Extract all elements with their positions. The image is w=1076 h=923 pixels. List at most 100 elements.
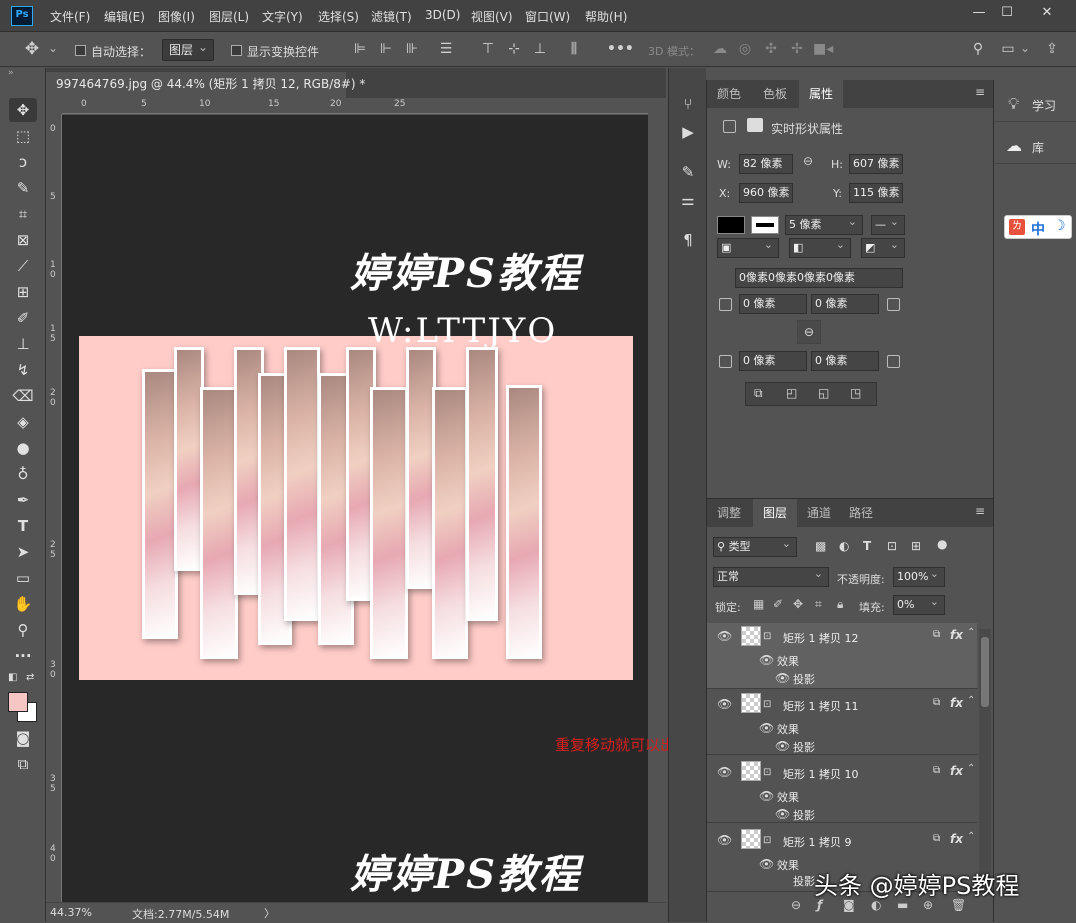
minimize-button[interactable]: — (966, 4, 992, 22)
exclude-shapes-icon[interactable]: ◳ (850, 386, 861, 400)
menu-type[interactable]: 文字(Y) (262, 8, 303, 25)
panel-menu-icon[interactable]: ≡ (975, 504, 985, 518)
layer-row-selected[interactable]: 👁︎ ⊡ 矩形 1 拷贝 12 ⧉ fx ⌃ 👁︎ 效果 👁︎ 投影 (707, 623, 977, 689)
status-menu-arrow[interactable]: 〉 (264, 905, 275, 921)
fill-field[interactable]: 0% (893, 595, 945, 615)
layer-fx-icon[interactable]: fx (950, 628, 963, 642)
photo-strip[interactable] (200, 387, 238, 659)
drop-shadow-label[interactable]: 投影 (793, 671, 815, 687)
move-tool-icon[interactable]: ✥ (22, 39, 42, 59)
menu-file[interactable]: 文件(F) (50, 8, 90, 25)
corner-tl-field[interactable]: 0 像素 (739, 294, 807, 314)
tab-properties[interactable]: 属性 (799, 80, 843, 108)
roll-3d-icon[interactable]: ◎ (735, 39, 755, 59)
layer-row[interactable]: 👁︎ ⊡ 矩形 1 拷贝 10 ⧉ fx ⌃ 👁︎ 效果 👁︎ 投影 (707, 757, 977, 823)
layer-name[interactable]: 矩形 1 拷贝 10 (783, 766, 859, 782)
filter-adjustment-icon[interactable]: ◐ (839, 539, 849, 553)
stroke-type-dropdown[interactable]: — (871, 215, 905, 235)
swap-colors-icon[interactable]: ⇄ (26, 672, 34, 683)
type-tool-icon[interactable]: T (9, 514, 37, 538)
move-tool-icon[interactable]: ✥ (9, 98, 37, 122)
filter-smart-object-icon[interactable]: ⊞ (911, 539, 921, 553)
drop-shadow-label[interactable]: 投影 (793, 807, 815, 823)
visibility-eye-icon[interactable]: 👁︎ (717, 765, 732, 779)
menu-layer[interactable]: 图层(L) (209, 8, 249, 25)
tab-adjustments[interactable]: 调整 (707, 499, 751, 527)
height-field[interactable]: 607 像素 (849, 154, 903, 174)
lasso-tool-icon[interactable]: ↄ (9, 150, 37, 174)
photo-strip[interactable] (284, 347, 320, 621)
align-bottom-icon[interactable]: ⊥ (530, 39, 550, 59)
history-panel-icon[interactable]: ⑂ (675, 92, 701, 116)
shadow-eye-icon[interactable]: 👁︎ (775, 739, 790, 753)
photo-strip-selected[interactable] (506, 385, 542, 659)
shadow-eye-icon[interactable]: 👁︎ (775, 807, 790, 821)
menu-image[interactable]: 图像(I) (158, 8, 195, 25)
ime-toolbar[interactable]: ㄌ 中 ☽ (1004, 215, 1072, 239)
learn-panel-item[interactable]: 💡︎ 学习 (994, 86, 1076, 122)
layer-name[interactable]: 矩形 1 拷贝 9 (783, 834, 852, 850)
corner-bl-field[interactable]: 0 像素 (739, 351, 807, 371)
auto-select-target-dropdown[interactable]: 图层 (162, 37, 214, 61)
slide-3d-icon[interactable]: ✢ (787, 39, 807, 59)
lock-all-icon[interactable]: 🔒︎ (837, 597, 843, 612)
drop-shadow-label[interactable]: 投影 (793, 739, 815, 755)
mask-properties-icon[interactable] (747, 118, 763, 132)
dodge-tool-icon[interactable]: ♁ (9, 462, 37, 486)
tab-layers[interactable]: 图层 (753, 499, 797, 527)
stroke-align-dropdown[interactable]: ▣ (717, 238, 779, 258)
align-center-icon[interactable]: ⊩ (376, 39, 396, 59)
photo-strip[interactable] (370, 387, 408, 659)
pan-3d-icon[interactable]: ✣ (761, 39, 781, 59)
drop-shadow-label[interactable]: 投影 (793, 873, 815, 889)
path-selection-tool-icon[interactable]: ➤ (9, 540, 37, 564)
actions-play-icon[interactable]: ▶ (675, 120, 701, 144)
y-field[interactable]: 115 像素 (849, 183, 903, 203)
layer-filter-dropdown[interactable]: ⚲ 类型 (713, 537, 797, 557)
corner-tr-field[interactable]: 0 像素 (811, 294, 879, 314)
pen-tool-icon[interactable]: ✒ (9, 488, 37, 512)
maximize-button[interactable]: ☐ (994, 4, 1020, 22)
stroke-width-field[interactable]: 5 像素 (785, 215, 863, 235)
filter-shape-icon[interactable]: ⊡ (887, 539, 897, 553)
photo-strip[interactable] (432, 387, 468, 659)
library-panel-item[interactable]: ☁ 库 (994, 128, 1076, 164)
subtract-shape-icon[interactable]: ◰ (786, 386, 797, 400)
foreground-color-swatch[interactable] (8, 692, 28, 712)
document-tab[interactable]: 997464769.jpg @ 44.4% (矩形 1 拷贝 12, RGB/8… (46, 72, 365, 98)
document-canvas[interactable]: 婷婷PS教程 W:LTTJYO 婷婷PS教程 (62, 115, 648, 902)
crop-tool-icon[interactable]: ⌗ (9, 202, 37, 226)
lock-transparent-icon[interactable]: ▦ (753, 597, 764, 611)
default-colors-icon[interactable]: ◧ (8, 672, 17, 683)
clone-stamp-tool-icon[interactable]: ⊥ (9, 332, 37, 356)
effects-eye-icon[interactable]: 👁︎ (759, 721, 774, 735)
chevron-up-icon[interactable]: ⌃ (967, 763, 975, 774)
auto-select-checkbox[interactable] (75, 45, 86, 56)
show-transform-checkbox[interactable] (231, 45, 242, 56)
camera-3d-icon[interactable]: ■◂ (813, 39, 833, 59)
distribute-icon[interactable]: ☰ (436, 39, 456, 59)
layer-thumbnail[interactable] (741, 693, 761, 713)
layer-thumbnail[interactable] (741, 761, 761, 781)
lock-pixels-icon[interactable]: ✐ (773, 597, 783, 611)
align-left-icon[interactable]: ⊫ (350, 39, 370, 59)
layer-row[interactable]: 👁︎ ⊡ 矩形 1 拷贝 11 ⧉ fx ⌃ 👁︎ 效果 👁︎ 投影 (707, 689, 977, 755)
effects-eye-icon[interactable]: 👁︎ (759, 789, 774, 803)
ime-language-toggle[interactable]: 中 (1031, 219, 1045, 239)
search-icon[interactable]: ⚲ (968, 39, 988, 59)
lock-artboard-icon[interactable]: ⌗ (815, 597, 822, 612)
layer-name[interactable]: 矩形 1 拷贝 12 (783, 630, 859, 646)
menu-filter[interactable]: 滤镜(T) (371, 8, 412, 25)
blur-tool-icon[interactable]: ● (9, 436, 37, 460)
quick-mask-icon[interactable]: ◙ (9, 726, 37, 750)
eyedropper-tool-icon[interactable]: ⟋ (9, 254, 37, 278)
panel-menu-icon[interactable]: ≡ (975, 85, 985, 99)
align-right-icon[interactable]: ⊪ (402, 39, 422, 59)
filter-toggle-icon[interactable]: ● (937, 537, 947, 551)
stroke-corners-dropdown[interactable]: ◩ (861, 238, 905, 258)
filter-pixel-icon[interactable]: ▩ (815, 539, 826, 553)
hand-tool-icon[interactable]: ✋ (9, 592, 37, 616)
workspace-icon[interactable]: ▭ (998, 39, 1018, 59)
photo-strip[interactable] (142, 369, 178, 639)
blend-mode-dropdown[interactable]: 正常 (713, 567, 829, 587)
